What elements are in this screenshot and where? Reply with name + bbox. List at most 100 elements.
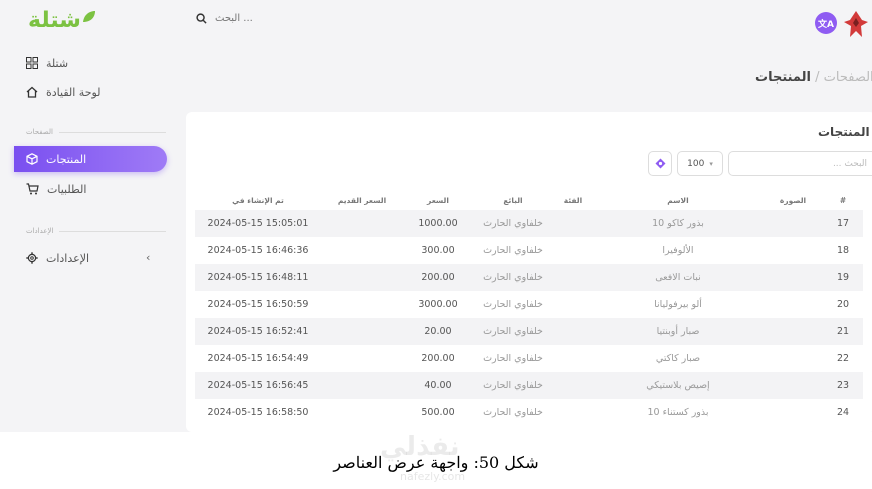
column-header-seller[interactable]: البائع xyxy=(473,190,553,210)
per-page-value: 100 xyxy=(687,158,705,169)
cell-created: 2024-05-15 16:56:45 xyxy=(195,372,321,399)
sidebar-item-settings[interactable]: الإعدادات xyxy=(14,245,167,271)
cell-old-price xyxy=(321,210,403,237)
cell-old-price xyxy=(321,372,403,399)
column-toggle-button[interactable] xyxy=(648,151,672,176)
cell-name: الألوفيرا xyxy=(662,245,694,256)
section-title-pages: الصفحات xyxy=(26,128,166,136)
table-search-placeholder: البحث ... xyxy=(832,158,867,169)
table-row[interactable]: 2024-05-15 16:54:49 200.00 خلفاوي الحارث… xyxy=(195,345,863,372)
cell-old-price xyxy=(321,318,403,345)
cell-name: 10 بذور كستناء xyxy=(647,407,709,418)
sidebar-item-label: الإعدادات xyxy=(46,251,90,265)
table-header-row: تم الإنشاء في السعر القديم السعر البائع … xyxy=(195,190,863,210)
cell-seller: خلفاوي الحارث xyxy=(473,264,553,291)
cell-id: 21 xyxy=(823,318,863,345)
table-row[interactable]: 2024-05-15 16:46:36 300.00 خلفاوي الحارث… xyxy=(195,237,863,264)
cell-seller: خلفاوي الحارث xyxy=(483,245,543,256)
cell-name: صبار أوبنتيا xyxy=(593,318,763,345)
breadcrumb-separator: / xyxy=(815,70,820,85)
section-label: الصفحات xyxy=(26,128,53,136)
cell-id: 24 xyxy=(836,407,850,418)
column-header-name[interactable]: الاسم xyxy=(593,190,763,210)
avatar[interactable] xyxy=(843,10,869,38)
cell-image xyxy=(763,291,823,318)
chevron-left-icon[interactable]: ‹ xyxy=(146,251,150,264)
cell-price: 1000.00 xyxy=(403,210,473,237)
cell-category xyxy=(553,399,593,426)
cell-category xyxy=(553,372,593,399)
table-search-input[interactable]: البحث ... xyxy=(728,151,872,176)
cell-image xyxy=(763,345,823,372)
cell-id: 18 xyxy=(836,245,850,256)
cell-image xyxy=(763,237,823,264)
figure-caption: شكل 50: واجهة عرض العناصر xyxy=(333,453,539,472)
chevron-down-icon: ▾ xyxy=(709,159,713,168)
column-header-id[interactable]: # xyxy=(823,190,863,210)
app-window: شتلة 文A شتلة xyxy=(0,0,872,432)
search-input[interactable] xyxy=(215,13,415,24)
sidebar-item-dashboard[interactable]: لوحة القيادة xyxy=(14,79,167,105)
cell-image xyxy=(763,264,823,291)
column-header-price[interactable]: السعر xyxy=(403,190,473,210)
per-page-select[interactable]: 100 ▾ xyxy=(677,151,723,176)
cell-id: 17 xyxy=(823,210,863,237)
cell-price: 40.00 xyxy=(403,372,473,399)
section-label: الإعدادات xyxy=(26,227,54,235)
app-logo[interactable]: شتلة xyxy=(28,8,82,33)
sidebar-item-label: المنتجات xyxy=(46,152,87,166)
cell-price: 500.00 xyxy=(421,407,455,418)
cell-created: 2024-05-15 15:05:01 xyxy=(195,210,321,237)
cell-created: 2024-05-15 16:48:11 xyxy=(195,264,321,291)
home-icon xyxy=(26,86,38,98)
cell-old-price xyxy=(321,264,403,291)
cell-image xyxy=(763,372,823,399)
cell-name: إصيص بلاستيكي xyxy=(593,372,763,399)
breadcrumb-parent[interactable]: الصفحات xyxy=(824,70,872,85)
box-icon xyxy=(26,153,38,165)
sidebar-item-orders[interactable]: الطلبيات xyxy=(14,176,167,202)
section-title-settings: الإعدادات xyxy=(26,227,166,235)
cell-image xyxy=(763,399,823,426)
cell-seller: خلفاوي الحارث xyxy=(473,318,553,345)
sidebar-item-app[interactable]: شتلة xyxy=(14,50,167,76)
cell-price: 200.00 xyxy=(421,353,455,364)
cell-created: 2024-05-15 16:52:41 xyxy=(195,318,321,345)
sidebar-item-label: شتلة xyxy=(46,56,69,70)
cell-category xyxy=(553,318,593,345)
table-row[interactable]: 2024-05-15 16:56:45 40.00 خلفاوي الحارث … xyxy=(195,372,863,399)
column-header-image[interactable]: الصورة xyxy=(763,190,823,210)
cell-price: 200.00 xyxy=(403,264,473,291)
grid-icon xyxy=(26,57,38,69)
cell-price: 20.00 xyxy=(403,318,473,345)
cell-image xyxy=(763,210,823,237)
column-header-created[interactable]: تم الإنشاء في xyxy=(195,190,321,210)
cell-created: 2024-05-15 16:50:59 xyxy=(207,299,309,310)
cell-name: نبات الافعى xyxy=(593,264,763,291)
table-row[interactable]: 2024-05-15 16:50:59 3000.00 خلفاوي الحار… xyxy=(195,291,863,318)
cell-id: 22 xyxy=(836,353,850,364)
cell-image xyxy=(763,318,823,345)
card-title: المنتجات xyxy=(818,125,870,139)
top-bar: شتلة 文A xyxy=(0,0,872,44)
cell-old-price xyxy=(321,237,403,264)
cell-category xyxy=(553,237,593,264)
table-row[interactable]: 2024-05-15 16:48:11 200.00 خلفاوي الحارث… xyxy=(195,264,863,291)
products-table: تم الإنشاء في السعر القديم السعر البائع … xyxy=(195,190,863,426)
global-search[interactable] xyxy=(196,13,415,24)
table-row[interactable]: 2024-05-15 16:58:50 500.00 خلفاوي الحارث… xyxy=(195,399,863,426)
gear-icon xyxy=(26,252,38,264)
table-row[interactable]: 2024-05-15 16:52:41 20.00 خلفاوي الحارث … xyxy=(195,318,863,345)
sidebar: شتلة لوحة القيادة الصفحات المنتجات الطلب xyxy=(0,44,180,432)
table-row[interactable]: 2024-05-15 15:05:01 1000.00 خلفاوي الحار… xyxy=(195,210,863,237)
column-header-category[interactable]: الفئة xyxy=(553,190,593,210)
cell-old-price xyxy=(321,291,403,318)
cell-id: 23 xyxy=(823,372,863,399)
translate-icon[interactable]: 文A xyxy=(815,12,837,34)
cell-category xyxy=(553,210,593,237)
column-header-old-price[interactable]: السعر القديم xyxy=(321,190,403,210)
cell-category xyxy=(553,264,593,291)
search-icon xyxy=(196,13,207,24)
sidebar-item-products[interactable]: المنتجات xyxy=(14,146,167,172)
cell-name: ألو بيرفوليانا xyxy=(654,299,702,310)
